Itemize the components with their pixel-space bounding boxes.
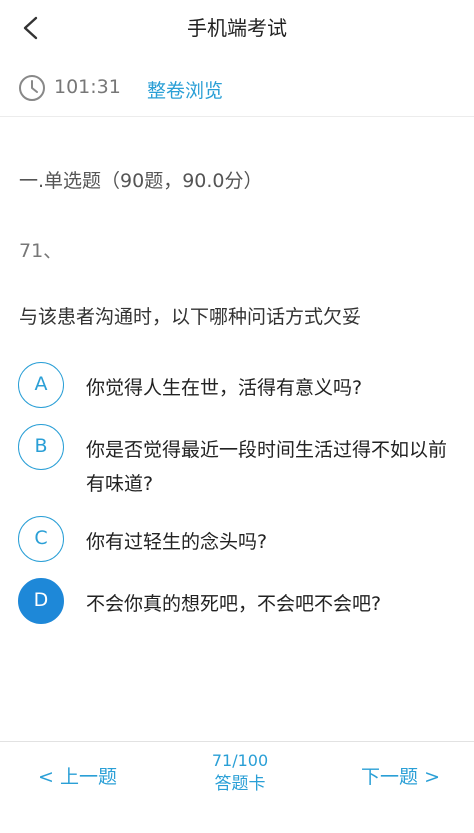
option-text: 你觉得人生在世，活得有意义吗? xyxy=(86,377,363,399)
timer-text: 101:31 xyxy=(54,76,121,98)
option-letter: A xyxy=(18,362,64,408)
option-letter: B xyxy=(18,424,64,470)
header: 手机端考试 xyxy=(0,0,474,55)
answer-card-label: 答题卡 xyxy=(214,774,266,794)
option-letter: D xyxy=(18,578,64,624)
progress-counter: 71/100 xyxy=(211,751,269,770)
question-number: 71、 xyxy=(19,240,63,262)
question-text: 与该患者沟通时，以下哪种问话方式欠妥 xyxy=(19,306,362,328)
option-letter: C xyxy=(18,516,64,562)
option-text: 你是否觉得最近一段时间生活过得不如以前有味道? xyxy=(86,439,448,495)
info-row: 101:31 整卷浏览 xyxy=(0,62,474,117)
option-text: 你有过轻生的念头吗? xyxy=(86,531,268,553)
chevron-left-icon xyxy=(23,16,38,40)
exam-page: 手机端考试 101:31 整卷浏览 一.单选题（90题，90.0分） 71、 与… xyxy=(0,0,474,833)
next-question-button[interactable]: 下一题 > xyxy=(361,762,440,789)
back-button[interactable] xyxy=(14,10,50,46)
answer-card-button[interactable]: 71/100 答题卡 xyxy=(187,750,293,796)
option-text: 不会你真的想死吧，不会吧不会吧? xyxy=(86,593,382,615)
browse-all-link[interactable]: 整卷浏览 xyxy=(147,76,223,103)
clock-icon xyxy=(18,74,46,102)
bottom-nav-bar: < 上一题 71/100 答题卡 下一题 > xyxy=(0,741,474,833)
page-title: 手机端考试 xyxy=(187,16,287,40)
section-title: 一.单选题（90题，90.0分） xyxy=(19,170,263,192)
prev-question-button[interactable]: < 上一题 xyxy=(38,762,117,789)
